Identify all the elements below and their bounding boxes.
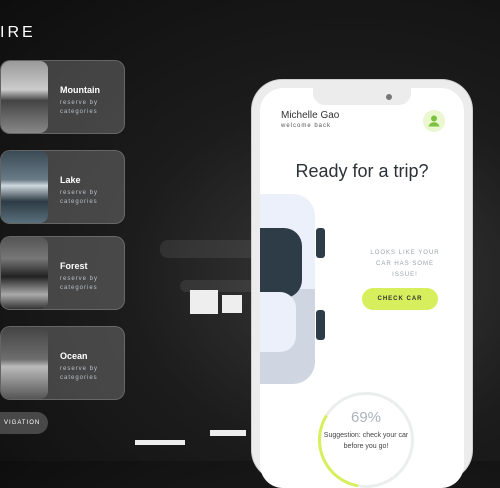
category-subtitle: reserve by categories [60, 190, 99, 205]
avatar[interactable] [423, 110, 445, 132]
category-title: Forest [60, 261, 88, 271]
background-light [190, 290, 218, 314]
lake-thumbnail [1, 151, 48, 223]
user-greeting: welcome back [281, 123, 332, 129]
camera-icon [386, 94, 392, 100]
check-car-button[interactable]: CHECK CAR [362, 288, 438, 310]
category-card-ocean[interactable]: Ocean reserve by categories [0, 326, 125, 400]
category-subtitle: reserve by categories [60, 366, 99, 381]
health-gauge: 69% Suggestion: check your car before yo… [318, 392, 414, 488]
forest-thumbnail [1, 237, 48, 309]
navigation-button[interactable]: VIGATION [0, 412, 48, 434]
user-icon [428, 115, 440, 127]
gauge-suggestion: Suggestion: check your car before you go… [323, 432, 409, 450]
brand-title: IRE [0, 24, 36, 41]
category-card-forest[interactable]: Forest reserve by categories [0, 236, 125, 310]
page-title: Ready for a trip? [295, 161, 429, 181]
car-roof [260, 292, 296, 352]
phone-screen: Michelle Gao welcome back Ready for a tr… [260, 88, 464, 488]
category-title: Lake [60, 175, 81, 185]
car-wheel [316, 310, 325, 340]
user-name: Michelle Gao [281, 110, 340, 121]
ocean-thumbnail [1, 327, 48, 399]
gauge-percent: 69% [350, 409, 382, 426]
background-light [210, 430, 246, 436]
category-subtitle: reserve by categories [60, 100, 99, 115]
car-windshield [260, 228, 302, 298]
car-wheel [316, 228, 325, 258]
car-illustration [260, 194, 325, 384]
car-warning-text: LOOKS LIKE YOUR CAR HAS SOME ISSUE! [370, 250, 440, 278]
mountain-thumbnail [1, 61, 48, 133]
phone-notch [313, 88, 411, 105]
category-title: Ocean [60, 351, 88, 361]
phone-mockup: Michelle Gao welcome back Ready for a tr… [252, 80, 472, 488]
category-subtitle: reserve by categories [60, 276, 99, 291]
background-light [135, 440, 185, 445]
category-card-lake[interactable]: Lake reserve by categories [0, 150, 125, 224]
category-title: Mountain [60, 85, 100, 95]
background-light [222, 295, 242, 313]
category-card-mountain[interactable]: Mountain reserve by categories [0, 60, 125, 134]
